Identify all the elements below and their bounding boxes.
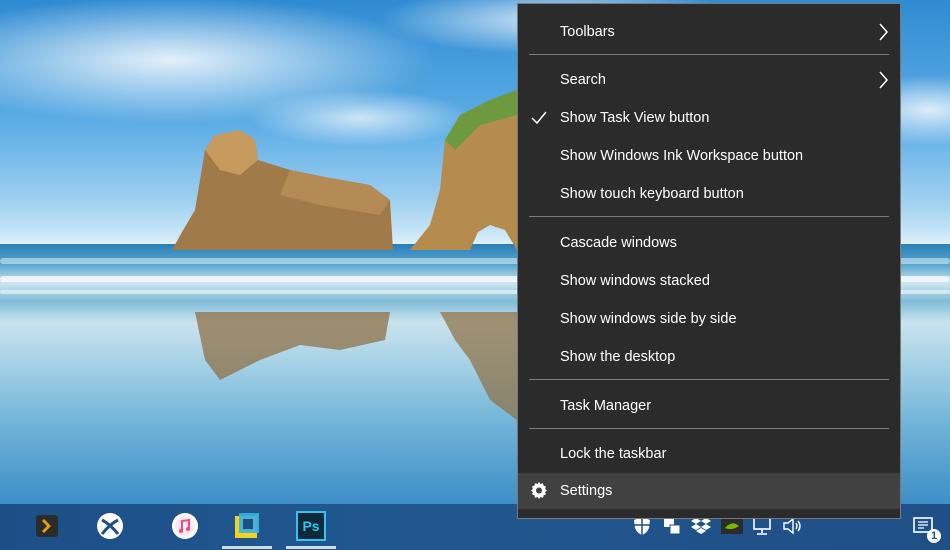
menu-separator xyxy=(529,428,889,429)
action-center-button[interactable]: 1 xyxy=(912,514,942,544)
notification-count: 1 xyxy=(930,530,938,542)
menu-item-task-manager[interactable]: Task Manager xyxy=(518,389,900,423)
menu-item-cascade-windows[interactable]: Cascade windows xyxy=(518,226,900,260)
plex-app-button[interactable] xyxy=(30,509,64,543)
menu-item-search[interactable]: Search xyxy=(518,63,900,97)
menu-item-show-desktop[interactable]: Show the desktop xyxy=(518,340,900,374)
photoshop-app-button[interactable]: Ps xyxy=(294,509,328,543)
app-open-indicator xyxy=(222,546,272,549)
menu-separator xyxy=(529,216,889,217)
chevron-right-icon xyxy=(879,23,888,41)
menu-item-show-task-view[interactable]: Show Task View button xyxy=(518,101,900,135)
menu-item-label: Show windows stacked xyxy=(560,273,710,289)
gear-icon xyxy=(531,482,547,499)
taskbar-context-menu: Toolbars Search Show Task View button Sh… xyxy=(517,3,901,519)
menu-item-label: Show touch keyboard button xyxy=(560,186,744,202)
network-icon xyxy=(753,517,771,535)
dropbox-icon xyxy=(691,518,711,534)
menu-item-label: Show windows side by side xyxy=(560,311,737,327)
defender-shield-icon xyxy=(634,517,650,535)
devices-icon xyxy=(664,519,681,535)
menu-item-settings[interactable]: Settings xyxy=(518,473,900,509)
xbox-app-button[interactable] xyxy=(93,509,127,543)
menu-item-label: Toolbars xyxy=(560,24,615,40)
menu-item-label: Search xyxy=(560,72,606,88)
menu-separator xyxy=(529,379,889,380)
app-cube-icon xyxy=(235,513,259,538)
menu-item-show-touch-keyboard[interactable]: Show touch keyboard button xyxy=(518,177,900,211)
chevron-right-icon xyxy=(36,515,58,537)
menu-item-label: Cascade windows xyxy=(560,235,677,251)
menu-item-windows-side-by-side[interactable]: Show windows side by side xyxy=(518,302,900,336)
nvidia-icon xyxy=(721,518,743,534)
checkmark-icon xyxy=(531,111,547,125)
xbox-icon xyxy=(97,513,123,539)
volume-icon xyxy=(783,517,801,535)
menu-item-show-ink-workspace[interactable]: Show Windows Ink Workspace button xyxy=(518,139,900,173)
menu-separator xyxy=(529,54,889,55)
menu-item-label: Lock the taskbar xyxy=(560,446,667,462)
itunes-app-button[interactable] xyxy=(168,509,202,543)
menu-item-toolbars[interactable]: Toolbars xyxy=(518,15,900,49)
menu-item-label: Settings xyxy=(560,483,613,499)
menu-item-label: Task Manager xyxy=(560,398,652,414)
photoshop-label: Ps xyxy=(302,518,320,534)
menu-item-label: Show Task View button xyxy=(560,110,710,126)
photoshop-open-indicator xyxy=(286,546,336,549)
chevron-right-icon xyxy=(879,71,888,89)
menu-item-label: Show the desktop xyxy=(560,349,676,365)
app-cube-button[interactable] xyxy=(230,509,264,543)
menu-item-windows-stacked[interactable]: Show windows stacked xyxy=(518,264,900,298)
music-note-icon xyxy=(172,513,198,539)
menu-item-label: Show Windows Ink Workspace button xyxy=(560,148,804,164)
menu-item-lock-taskbar[interactable]: Lock the taskbar xyxy=(518,437,900,471)
